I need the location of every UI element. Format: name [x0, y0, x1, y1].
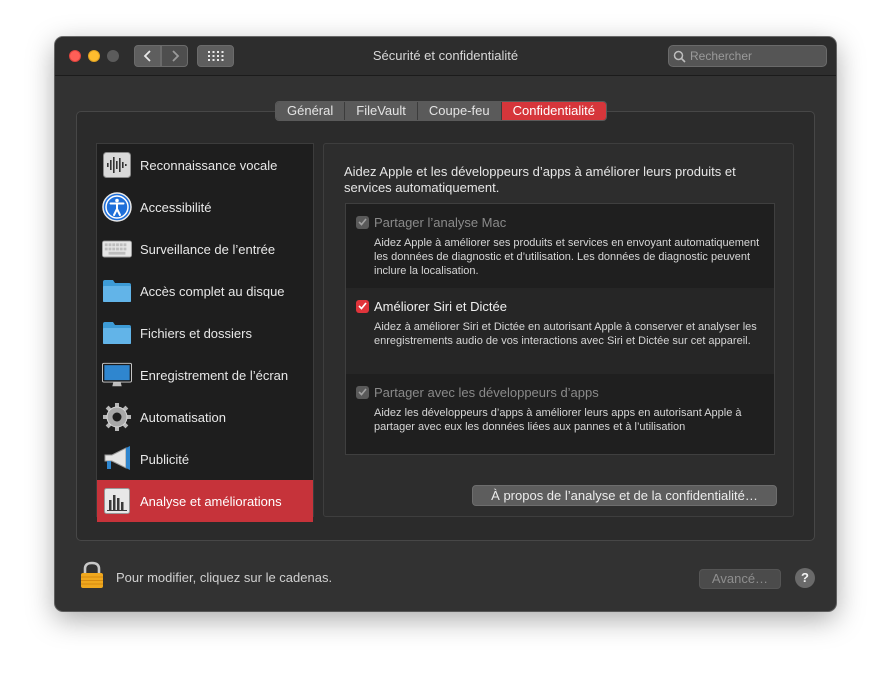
lock-icon[interactable] — [80, 561, 104, 594]
tab-general[interactable]: Général — [276, 102, 346, 120]
sidebar-item-label: Reconnaissance vocale — [140, 157, 278, 173]
improve-siri-checkbox[interactable] — [356, 299, 369, 313]
option-description: Aidez à améliorer Siri et Dictée en auto… — [374, 321, 757, 347]
display-icon — [102, 360, 132, 390]
intro-text: Aidez Apple et les développeurs d’apps à… — [344, 164, 736, 195]
tab-filevault[interactable]: FileVault — [345, 102, 418, 120]
option-description: Aidez Apple à améliorer ses produits et … — [374, 237, 760, 277]
sidebar-item-screen-recording[interactable]: Enregistrement de l’écran — [97, 354, 313, 396]
sidebar-item-speech-recognition[interactable]: Reconnaissance vocale — [97, 144, 313, 186]
sidebar-item-label: Analyse et améliorations — [140, 493, 282, 509]
option-description: Aidez les développeurs d’apps à améliore… — [374, 407, 742, 433]
folder-icon — [102, 318, 132, 348]
sidebar-item-label: Accessibilité — [140, 199, 212, 215]
advanced-button[interactable]: Avancé… — [699, 569, 781, 589]
option-label: Améliorer Siri et Dictée — [374, 298, 507, 314]
sidebar-item-label: Enregistrement de l’écran — [140, 367, 289, 383]
about-analytics-privacy-button[interactable]: À propos de l’analyse et de la confident… — [472, 485, 777, 506]
option-share-mac-analytics: Partager l’analyse Mac Aidez Apple à amé… — [346, 204, 774, 288]
checkmark-icon — [358, 218, 367, 226]
search-icon — [673, 50, 686, 63]
sidebar-item-label: Automatisation — [140, 409, 226, 425]
sidebar-item-label: Surveillance de l’entrée — [140, 241, 276, 257]
option-share-with-developers: Partager avec les développeurs d’apps Ai… — [346, 374, 774, 454]
share-with-developers-checkbox[interactable] — [356, 385, 369, 399]
sidebar-item-input-monitoring[interactable]: Surveillance de l’entrée — [97, 228, 313, 270]
share-mac-analytics-checkbox[interactable] — [356, 215, 369, 229]
lock-bar: Pour modifier, cliquez sur le cadenas. — [80, 561, 332, 594]
option-improve-siri: Améliorer Siri et Dictée Aidez à amélior… — [346, 288, 774, 374]
sidebar-item-label: Fichiers et dossiers — [140, 325, 252, 341]
folder-icon — [102, 276, 132, 306]
accessibility-icon — [102, 192, 132, 222]
gear-icon — [102, 402, 132, 432]
sidebar-item-accessibility[interactable]: Accessibilité — [97, 186, 313, 228]
lock-instruction-text: Pour modifier, cliquez sur le cadenas. — [116, 570, 333, 585]
keyboard-icon — [102, 234, 132, 264]
waveform-icon — [102, 150, 132, 180]
sidebar-item-full-disk-access[interactable]: Accès complet au disque — [97, 270, 313, 312]
analytics-options-list: Partager l’analyse Mac Aidez Apple à amé… — [345, 203, 775, 455]
sidebar-item-label: Accès complet au disque — [140, 283, 285, 299]
tab-bar: Général FileVault Coupe-feu Confidential… — [275, 101, 607, 121]
search-field[interactable] — [668, 45, 827, 67]
sidebar-item-analytics[interactable]: Analyse et améliorations — [97, 480, 313, 522]
tab-firewall[interactable]: Coupe-feu — [417, 102, 502, 120]
sidebar-item-label: Publicité — [140, 451, 190, 467]
privacy-category-list: Reconnaissance vocale Accessibilité Surv… — [96, 143, 314, 522]
checkmark-icon — [358, 388, 367, 396]
option-label: Partager l’analyse Mac — [374, 214, 507, 230]
bar-chart-icon — [102, 486, 132, 516]
help-button[interactable]: ? — [795, 568, 815, 588]
analytics-pane: Aidez Apple et les développeurs d’apps à… — [323, 143, 794, 517]
sidebar-item-automation[interactable]: Automatisation — [97, 396, 313, 438]
megaphone-icon — [102, 444, 132, 474]
option-label: Partager avec les développeurs d’apps — [374, 384, 599, 400]
sidebar-item-files-and-folders[interactable]: Fichiers et dossiers — [97, 312, 313, 354]
title-bar: Sécurité et confidentialité — [55, 37, 836, 76]
search-input[interactable] — [688, 48, 822, 64]
checkmark-icon — [358, 302, 367, 310]
sidebar-item-advertising[interactable]: Publicité — [97, 438, 313, 480]
tab-privacy[interactable]: Confidentialité — [501, 102, 606, 120]
preferences-window: Sécurité et confidentialité Général File… — [55, 37, 836, 611]
